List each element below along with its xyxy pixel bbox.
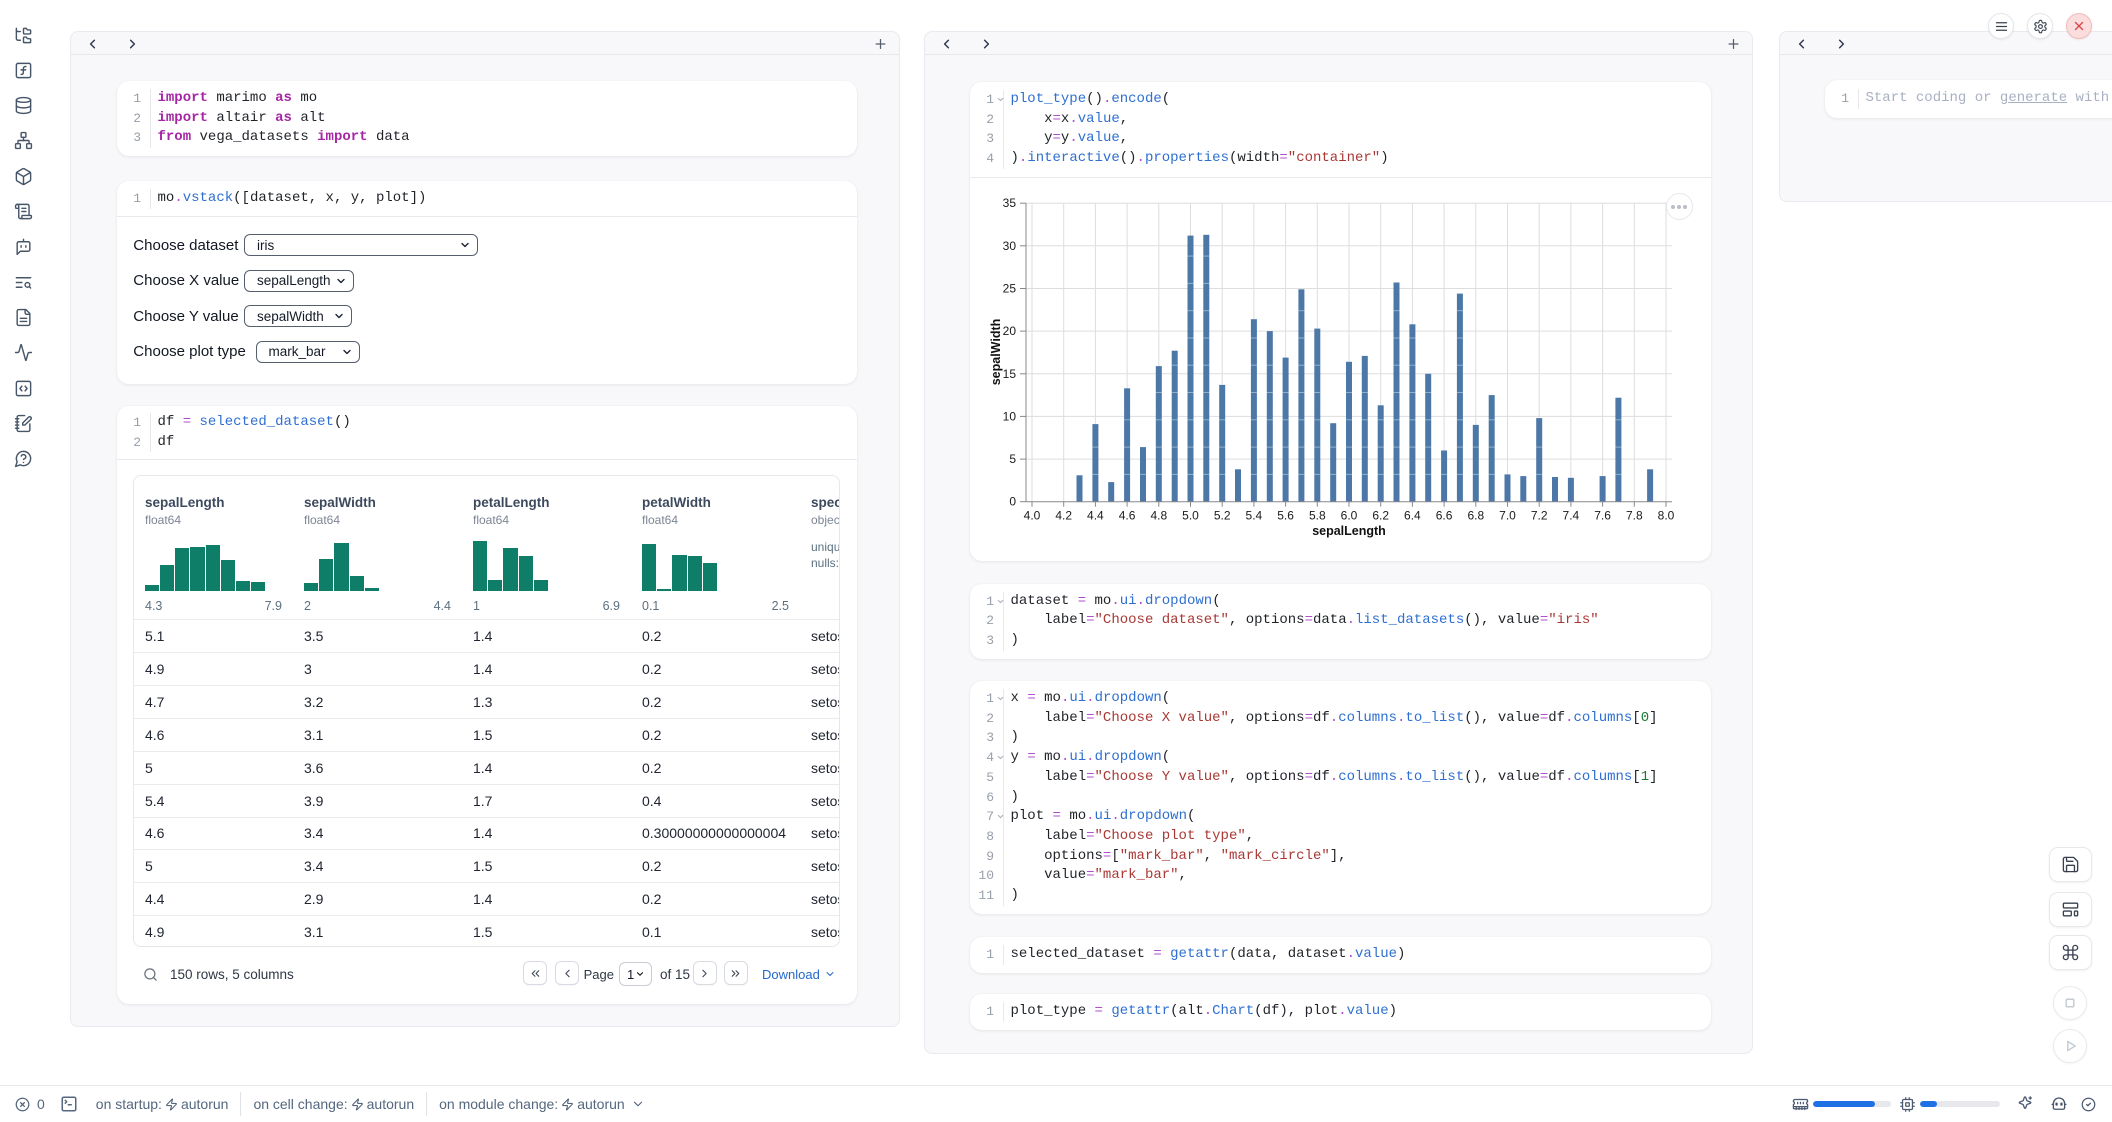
svg-text:6.6: 6.6 — [1436, 509, 1453, 523]
svg-text:5.6: 5.6 — [1277, 509, 1294, 523]
svg-text:4.6: 4.6 — [1119, 509, 1136, 523]
svg-text:4.4: 4.4 — [1087, 509, 1104, 523]
svg-text:35: 35 — [1003, 196, 1017, 210]
svg-text:10: 10 — [1003, 409, 1017, 423]
svg-text:5.0: 5.0 — [1182, 509, 1199, 523]
svg-text:5.2: 5.2 — [1214, 509, 1231, 523]
svg-text:6.8: 6.8 — [1467, 509, 1484, 523]
svg-text:0: 0 — [1009, 495, 1016, 509]
svg-text:4.0: 4.0 — [1024, 509, 1041, 523]
svg-text:4.2: 4.2 — [1055, 509, 1072, 523]
svg-text:6.0: 6.0 — [1341, 509, 1358, 523]
svg-text:7.4: 7.4 — [1563, 509, 1580, 523]
svg-text:7.0: 7.0 — [1499, 509, 1516, 523]
svg-text:4.8: 4.8 — [1150, 509, 1167, 523]
svg-text:7.2: 7.2 — [1531, 509, 1548, 523]
svg-text:15: 15 — [1003, 367, 1017, 381]
svg-text:5.8: 5.8 — [1309, 509, 1326, 523]
svg-text:30: 30 — [1003, 239, 1017, 253]
svg-text:6.4: 6.4 — [1404, 509, 1421, 523]
svg-text:20: 20 — [1003, 324, 1017, 338]
svg-text:sepalWidth: sepalWidth — [989, 319, 1003, 386]
svg-text:25: 25 — [1003, 282, 1017, 296]
svg-text:7.6: 7.6 — [1594, 509, 1611, 523]
svg-text:5.4: 5.4 — [1246, 509, 1263, 523]
svg-text:7.8: 7.8 — [1626, 509, 1643, 523]
svg-text:sepalLength: sepalLength — [1312, 524, 1386, 538]
svg-text:6.2: 6.2 — [1372, 509, 1389, 523]
svg-text:8.0: 8.0 — [1658, 509, 1675, 523]
svg-text:5: 5 — [1009, 452, 1016, 466]
